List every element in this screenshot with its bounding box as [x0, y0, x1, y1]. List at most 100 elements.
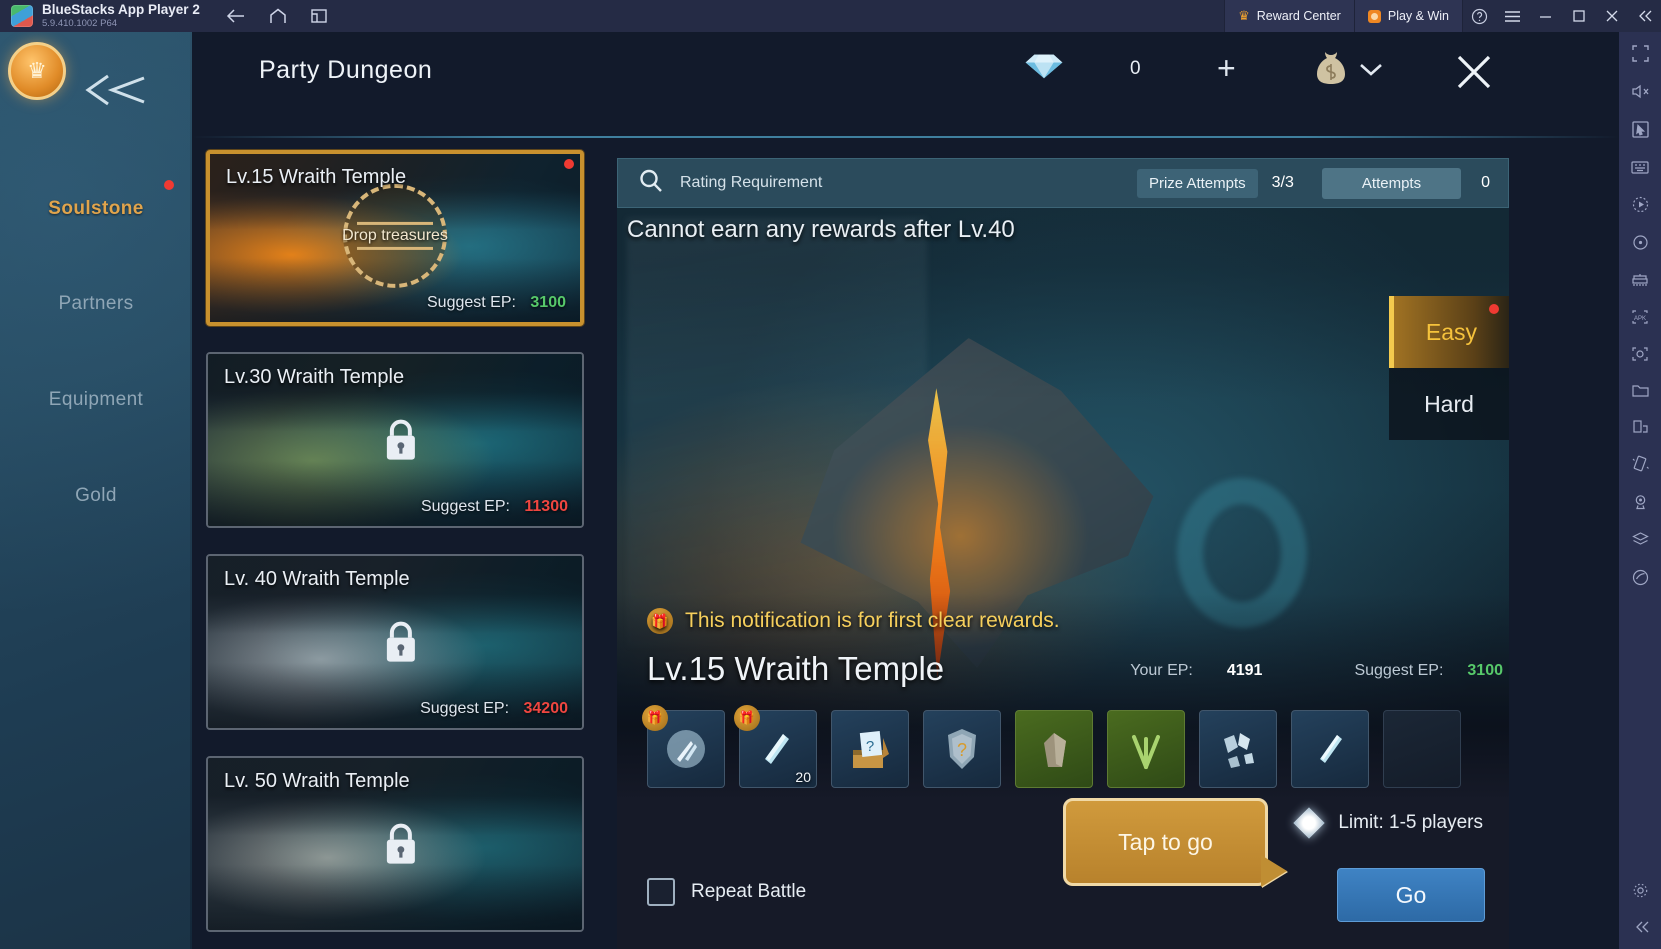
- layers-icon[interactable]: [1631, 530, 1650, 549]
- location-icon[interactable]: [1631, 492, 1650, 511]
- chevron-down-icon[interactable]: [1357, 60, 1385, 83]
- sidebar-item-partners[interactable]: Partners: [0, 293, 192, 315]
- tap-to-go-tooltip: Tap to go: [1063, 798, 1287, 887]
- search-icon[interactable]: [638, 168, 664, 199]
- dungeon-name: Lv.30 Wraith Temple: [224, 366, 405, 388]
- difficulty-tab-easy[interactable]: Easy: [1389, 296, 1509, 368]
- play-and-win-button[interactable]: Play & Win: [1354, 0, 1463, 32]
- multi-instance-manager-icon[interactable]: [1630, 271, 1650, 289]
- rotate-icon[interactable]: [1631, 233, 1650, 252]
- sidebar-item-label: Equipment: [48, 389, 144, 410]
- gift-icon: 🎁: [647, 608, 673, 634]
- attempts-label: Attempts: [1361, 174, 1422, 192]
- mystery-chest-icon: ?: [832, 711, 908, 787]
- reward-item-empty[interactable]: [1383, 710, 1461, 788]
- menu-icon[interactable]: [1496, 0, 1529, 32]
- dungeon-ep-label: Suggest EP:: [420, 498, 510, 515]
- dungeon-card-lv50[interactable]: Lv. 50 Wraith Temple: [206, 756, 584, 932]
- difficulty-selector: Easy Hard: [1389, 296, 1509, 440]
- emulator-title-text: BlueStacks App Player 2 5.9.410.1002 P64: [42, 2, 200, 30]
- difficulty-label: Hard: [1424, 390, 1474, 417]
- reward-center-label: Reward Center: [1256, 9, 1341, 23]
- difficulty-tab-hard[interactable]: Hard: [1389, 368, 1509, 440]
- unknown-shield-icon: ?: [924, 711, 1000, 787]
- collapse-icon[interactable]: [1628, 0, 1661, 32]
- attempts-chip[interactable]: Attempts: [1321, 167, 1462, 199]
- tooltip-label: Tap to go: [1118, 828, 1213, 855]
- suggest-ep-value: 3100: [1467, 662, 1503, 679]
- stone-icon: [1016, 711, 1092, 787]
- eco-mode-icon[interactable]: [1631, 568, 1650, 587]
- sidebar-item-gold[interactable]: Gold: [0, 485, 192, 507]
- keyboard-controls-icon[interactable]: [1630, 158, 1650, 176]
- dungeon-card-lv40[interactable]: Lv. 40 Wraith Temple Suggest EP: 34200: [206, 554, 584, 730]
- prize-attempts-chip[interactable]: Prize Attempts: [1136, 168, 1258, 198]
- multi-instance-icon[interactable]: [310, 7, 328, 25]
- settings-gear-icon[interactable]: [1631, 881, 1650, 900]
- reward-item[interactable]: 🎁 20: [734, 705, 817, 788]
- nav-back-chevron-icon[interactable]: [78, 70, 150, 110]
- mute-icon[interactable]: [1631, 82, 1650, 101]
- transfer-icon[interactable]: [1631, 418, 1650, 435]
- dungeon-ep-value: 3100: [530, 294, 566, 311]
- add-currency-button[interactable]: +: [1217, 52, 1236, 84]
- rating-requirement-label: Rating Requirement: [680, 174, 823, 191]
- page-title: Party Dungeon: [259, 56, 433, 84]
- install-apk-icon[interactable]: APK: [1630, 308, 1650, 326]
- game-left-nav: ♛ Soulstone Partners Equipment Gold: [0, 32, 192, 949]
- repeat-battle-checkbox[interactable]: [647, 878, 675, 906]
- reward-item[interactable]: [1107, 710, 1185, 788]
- window-close-icon[interactable]: [1595, 0, 1628, 32]
- crown-icon: ♛: [1238, 8, 1250, 23]
- close-panel-button[interactable]: [1452, 50, 1496, 99]
- home-icon[interactable]: [268, 7, 288, 25]
- go-button[interactable]: Go: [1337, 868, 1485, 922]
- repeat-battle-label: Repeat Battle: [691, 881, 807, 902]
- reward-cap-warning: Cannot earn any rewards after Lv.40: [627, 216, 1015, 243]
- dungeon-ep: Suggest EP: 11300: [421, 498, 568, 516]
- reward-item-list: 🎁 🎁 20 ? ?: [642, 705, 1461, 788]
- dungeon-name: Lv. 40 Wraith Temple: [224, 568, 410, 590]
- dungeon-title-row: Lv.15 Wraith Temple Your EP: 4191 Sugges…: [647, 650, 1509, 696]
- fullscreen-icon[interactable]: [1631, 44, 1650, 63]
- reward-item[interactable]: [1199, 710, 1277, 788]
- reward-item[interactable]: [1015, 710, 1093, 788]
- pointer-icon[interactable]: [1631, 120, 1650, 139]
- shake-icon[interactable]: [1631, 454, 1650, 473]
- minimize-icon[interactable]: [1529, 0, 1562, 32]
- dungeon-name: Lv. 50 Wraith Temple: [224, 770, 410, 792]
- first-clear-gift-icon: 🎁: [642, 705, 668, 731]
- emulator-title-bar: BlueStacks App Player 2 5.9.410.1002 P64…: [0, 0, 1661, 32]
- emulator-app-version: 5.9.410.1002 P64: [42, 18, 118, 30]
- sidebar-item-label: Partners: [58, 293, 134, 314]
- tooltip-tail: [1261, 855, 1287, 887]
- back-arrow-icon[interactable]: [226, 7, 246, 25]
- screenshot-icon[interactable]: [1630, 345, 1650, 363]
- go-button-label: Go: [1395, 881, 1427, 908]
- dungeon-card-lv15[interactable]: Drop treasures Lv.15 Wraith Temple Sugge…: [206, 150, 584, 326]
- your-ep-label: Your EP:: [1130, 662, 1193, 679]
- media-folder-icon[interactable]: [1631, 382, 1650, 399]
- first-clear-gift-icon: 🎁: [734, 705, 760, 731]
- reward-center-button[interactable]: ♛ Reward Center: [1224, 0, 1355, 32]
- crown-emblem-icon[interactable]: ♛: [8, 42, 66, 100]
- sidebar-badge-dot: [164, 180, 174, 190]
- macro-play-icon[interactable]: [1631, 195, 1650, 214]
- lock-icon: [380, 618, 422, 671]
- maximize-icon[interactable]: [1562, 0, 1595, 32]
- reward-count: 20: [795, 769, 811, 785]
- dungeon-card-lv30[interactable]: Lv.30 Wraith Temple Suggest EP: 11300: [206, 352, 584, 528]
- diamond-marker-icon: [1293, 807, 1325, 839]
- sidebar-item-equipment[interactable]: Equipment: [0, 389, 192, 411]
- reward-item[interactable]: 🎁: [642, 705, 725, 788]
- dungeon-ep-value: 34200: [523, 700, 569, 717]
- notification-text: This notification is for first clear rew…: [685, 609, 1060, 632]
- money-bag-icon[interactable]: [1312, 50, 1350, 86]
- reward-item[interactable]: ?: [923, 710, 1001, 788]
- reward-item[interactable]: [1291, 710, 1369, 788]
- sidebar-collapse-icon[interactable]: [1631, 919, 1650, 935]
- reward-item[interactable]: ?: [831, 710, 909, 788]
- repeat-battle-row[interactable]: Repeat Battle: [647, 878, 806, 906]
- help-icon[interactable]: [1463, 0, 1496, 32]
- sidebar-item-soulstone[interactable]: Soulstone: [0, 180, 192, 220]
